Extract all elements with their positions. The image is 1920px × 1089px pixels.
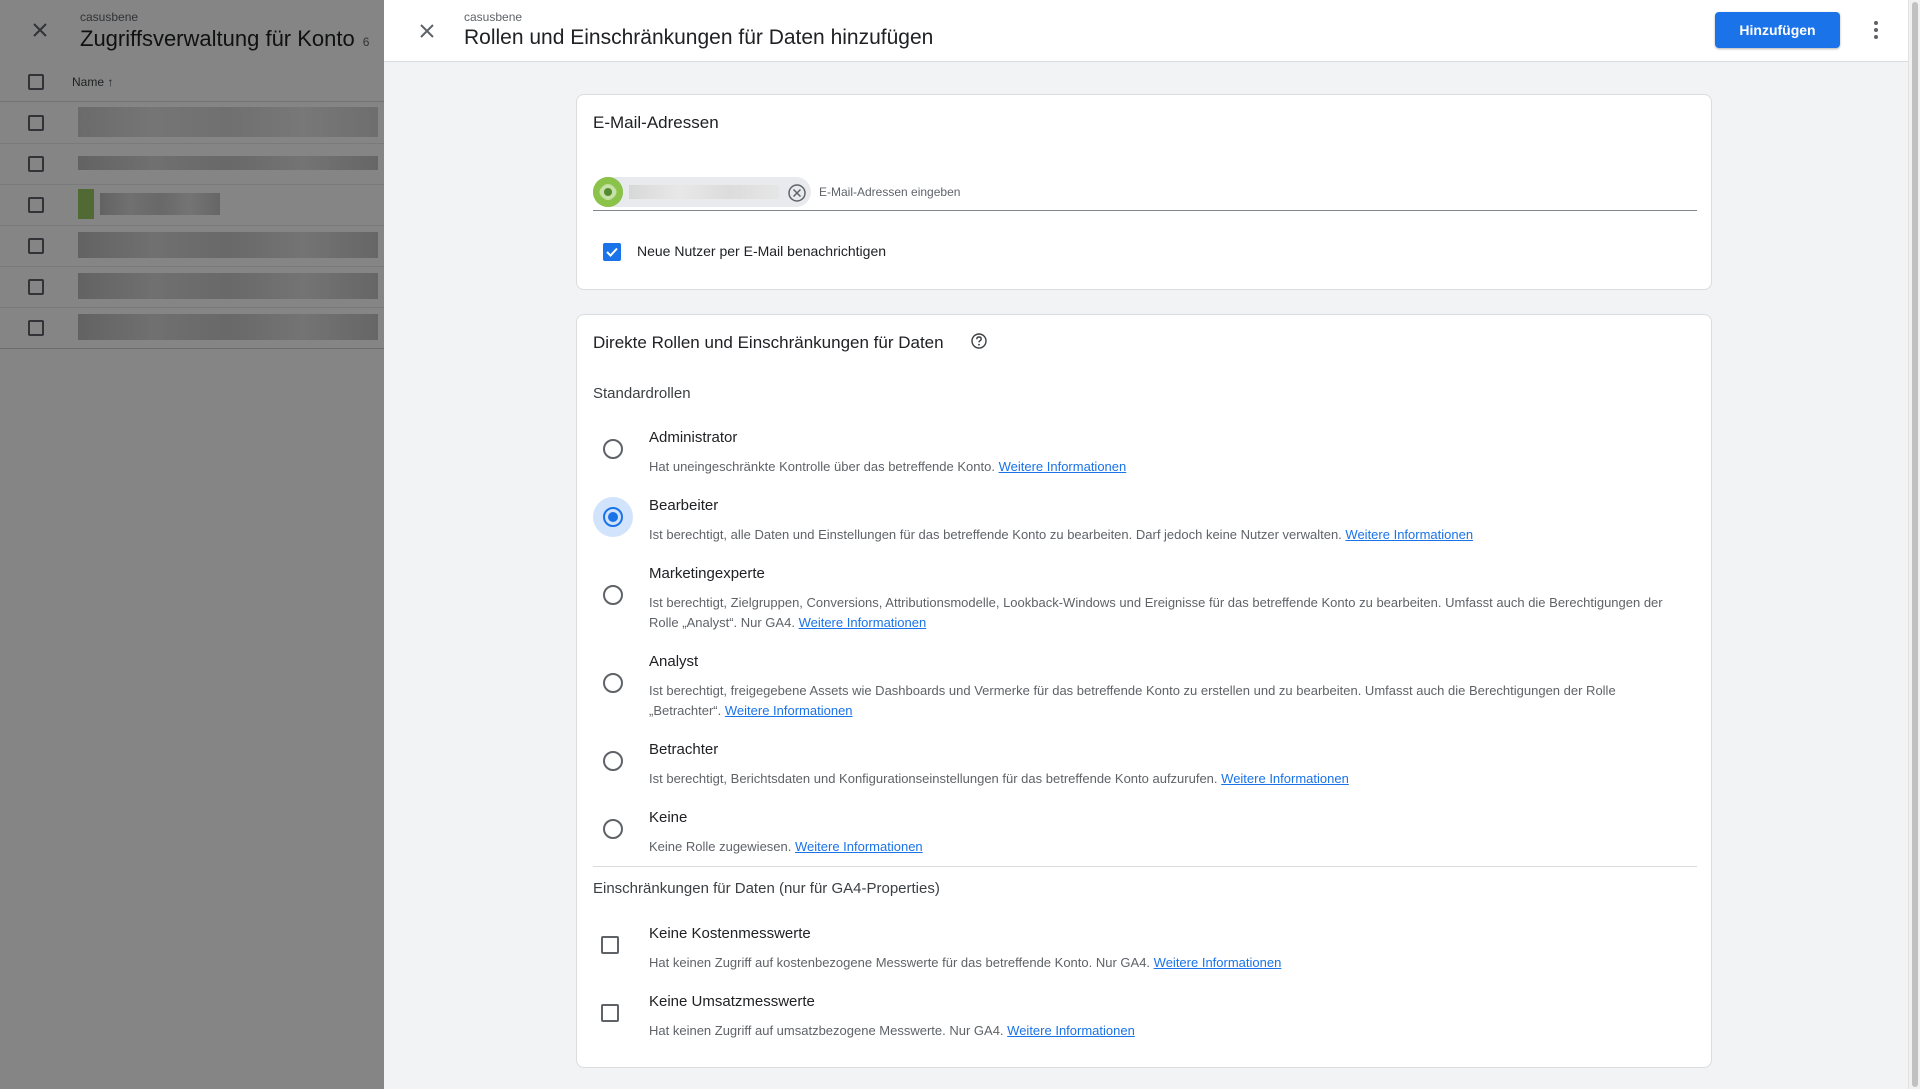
role-radio-editor[interactable] — [593, 497, 633, 537]
email-chip[interactable] — [593, 177, 811, 207]
scrollbar[interactable] — [1908, 0, 1920, 1089]
role-description-text: Keine Rolle zugewiesen. — [649, 839, 792, 854]
radio-circle — [603, 819, 623, 839]
role-description: Ist berechtigt, Berichtsdaten und Konfig… — [649, 769, 1689, 789]
standard-roles-label: Standardrollen — [593, 385, 691, 402]
role-radio-viewer[interactable] — [593, 741, 633, 781]
learn-more-link[interactable]: Weitere Informationen — [799, 615, 927, 630]
avatar — [593, 177, 623, 207]
radio-circle — [603, 507, 623, 527]
roles-card-title: Direkte Rollen und Einschränkungen für D… — [593, 333, 944, 353]
help-icon[interactable] — [970, 332, 988, 350]
role-description: Ist berechtigt, Zielgruppen, Conversions… — [649, 593, 1689, 633]
role-title: Marketingexperte — [649, 565, 765, 582]
email-field[interactable] — [593, 173, 1697, 211]
role-description: Keine Rolle zugewiesen. Weitere Informat… — [649, 837, 1689, 857]
blurred-email — [629, 185, 779, 199]
role-description-text: Ist berechtigt, Berichtsdaten und Konfig… — [649, 771, 1218, 786]
role-option-marketer[interactable]: Marketingexperte Ist berechtigt, Zielgru… — [577, 565, 1711, 637]
learn-more-link[interactable]: Weitere Informationen — [795, 839, 923, 854]
restrictions-label: Einschränkungen für Daten (nur für GA4-P… — [593, 880, 940, 897]
role-radio-none[interactable] — [593, 809, 633, 849]
learn-more-link[interactable]: Weitere Informationen — [999, 459, 1127, 474]
email-card: E-Mail-Adressen Neue Nutzer per E-Mail b… — [576, 94, 1712, 290]
email-card-title: E-Mail-Adressen — [593, 113, 719, 132]
panel-subtitle: casusbene — [464, 10, 523, 24]
role-option-administrator[interactable]: Administrator Hat uneingeschränkte Kontr… — [577, 429, 1711, 481]
role-description-text: Hat uneingeschränkte Kontrolle über das … — [649, 459, 995, 474]
close-icon[interactable] — [414, 18, 440, 44]
learn-more-link[interactable]: Weitere Informationen — [1345, 527, 1473, 542]
scrollbar-thumb[interactable] — [1912, 2, 1918, 1087]
role-radio-administrator[interactable] — [593, 429, 633, 469]
restriction-description: Hat keinen Zugriff auf umsatzbezogene Me… — [649, 1021, 1689, 1041]
role-radio-analyst[interactable] — [593, 663, 633, 703]
restriction-description-text: Hat keinen Zugriff auf umsatzbezogene Me… — [649, 1023, 1004, 1038]
radio-dot — [608, 512, 618, 522]
learn-more-link[interactable]: Weitere Informationen — [1221, 771, 1349, 786]
role-description: Ist berechtigt, alle Daten und Einstellu… — [649, 525, 1689, 545]
role-option-analyst[interactable]: Analyst Ist berechtigt, freigegebene Ass… — [577, 653, 1711, 725]
role-description-text: Ist berechtigt, alle Daten und Einstellu… — [649, 527, 1342, 542]
radio-circle — [603, 673, 623, 693]
learn-more-link[interactable]: Weitere Informationen — [1007, 1023, 1135, 1038]
cancel-icon[interactable] — [787, 183, 807, 203]
notify-checkbox[interactable] — [603, 243, 621, 261]
role-title: Keine — [649, 809, 688, 826]
restriction-checkbox-revenue[interactable] — [601, 1004, 619, 1022]
divider — [593, 866, 1697, 867]
roles-card-title-text: Direkte Rollen und Einschränkungen für D… — [593, 333, 944, 352]
more-vert-icon[interactable] — [1862, 16, 1890, 44]
role-option-viewer[interactable]: Betrachter Ist berechtigt, Berichtsdaten… — [577, 741, 1711, 793]
role-radio-marketer[interactable] — [593, 575, 633, 615]
learn-more-link[interactable]: Weitere Informationen — [725, 703, 853, 718]
panel-title: Rollen und Einschränkungen für Daten hin… — [464, 26, 934, 49]
radio-circle — [603, 439, 623, 459]
restriction-checkbox-cost[interactable] — [601, 936, 619, 954]
notify-label: Neue Nutzer per E-Mail benachrichtigen — [637, 243, 887, 259]
email-input[interactable] — [819, 179, 1679, 205]
role-title: Betrachter — [649, 741, 719, 758]
restriction-description-text: Hat keinen Zugriff auf kostenbezogene Me… — [649, 955, 1151, 970]
roles-card: Direkte Rollen und Einschränkungen für D… — [576, 314, 1712, 1068]
role-title: Analyst — [649, 653, 699, 670]
panel-header: casusbene Rollen und Einschränkungen für… — [384, 0, 1908, 62]
restriction-description: Hat keinen Zugriff auf kostenbezogene Me… — [649, 953, 1689, 973]
learn-more-link[interactable]: Weitere Informationen — [1154, 955, 1282, 970]
role-title: Bearbeiter — [649, 497, 719, 514]
restriction-title: Keine Umsatzmesswerte — [649, 993, 815, 1010]
role-description: Hat uneingeschränkte Kontrolle über das … — [649, 457, 1689, 477]
role-option-none[interactable]: Keine Keine Rolle zugewiesen. Weitere In… — [577, 809, 1711, 861]
radio-circle — [603, 751, 623, 771]
restriction-option-revenue[interactable]: Keine Umsatzmesswerte Hat keinen Zugriff… — [577, 993, 1711, 1045]
restriction-title: Keine Kostenmesswerte — [649, 925, 811, 942]
role-option-editor[interactable]: Bearbeiter Ist berechtigt, alle Daten un… — [577, 497, 1711, 549]
add-button[interactable]: Hinzufügen — [1715, 12, 1840, 48]
role-description: Ist berechtigt, freigegebene Assets wie … — [649, 681, 1689, 721]
radio-circle — [603, 585, 623, 605]
restriction-option-cost[interactable]: Keine Kostenmesswerte Hat keinen Zugriff… — [577, 925, 1711, 977]
add-roles-panel: casusbene Rollen und Einschränkungen für… — [384, 0, 1908, 1089]
role-title: Administrator — [649, 429, 738, 446]
